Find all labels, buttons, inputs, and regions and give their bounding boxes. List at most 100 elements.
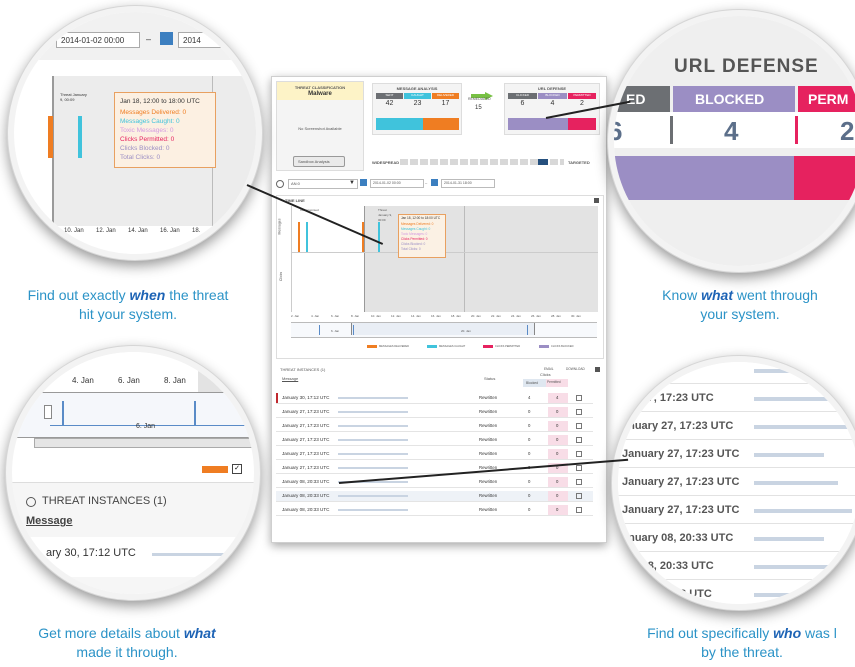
table-row[interactable]: January 30, 17:12 UTC Rewritten 4 4	[276, 393, 593, 404]
checkbox-icon[interactable]: ✓	[232, 464, 242, 474]
zoom-url-col-right-label: PERM	[808, 91, 849, 107]
caption-who: Find out specifically who was l by the t…	[592, 624, 855, 662]
ud-value-permitted: 2	[580, 100, 584, 107]
nav-window[interactable]	[351, 323, 535, 335]
sandbox-analysis-button[interactable]: Sandbox Analysis	[293, 156, 345, 167]
row-checkbox[interactable]	[576, 479, 582, 485]
timeline-navigator[interactable]: 6. Jan 20. Jan	[291, 322, 597, 338]
legend-label: CLICKS PERMITTED	[495, 345, 521, 348]
zoom-start-input[interactable]: 2014-01-02 00:00	[56, 32, 140, 48]
row-date: January 08, 20:33 UTC	[282, 507, 330, 512]
who-row-date: anuary 27, 17:23 UTC	[622, 420, 734, 432]
caption-what-through-em: what	[701, 287, 733, 303]
ma-value-delivered: 17	[441, 100, 450, 107]
who-row-email	[754, 565, 838, 569]
row-permitted: 4	[556, 395, 559, 400]
who-row-date: ary 08, 20:33 UTC	[622, 560, 714, 572]
row-recipient	[338, 411, 408, 413]
zoom-url-divider	[670, 116, 673, 144]
table-row[interactable]: UTC	[618, 362, 855, 384]
threat-filter-select[interactable]: AN:0 ▼	[288, 179, 358, 189]
table-row[interactable]: anuary 27, 17:23 UTC	[618, 412, 855, 440]
caption-when: Find out exactly when the threat hit you…	[0, 286, 264, 324]
row-checkbox[interactable]	[576, 493, 582, 499]
table-row[interactable]: anuary 08, 20:33 UTC	[618, 524, 855, 552]
table-row[interactable]: January 27, 17:23 UTC	[618, 468, 855, 496]
row-recipient	[338, 397, 408, 399]
zoom-x-tick: 10. Jan	[64, 228, 84, 234]
zoom-start-value: 2014-01-02 00:00	[61, 36, 125, 45]
row-checkbox[interactable]	[576, 395, 582, 401]
table-row[interactable]: January 27, 17:23 UTC	[618, 440, 855, 468]
calendar-icon[interactable]	[360, 179, 367, 186]
row-recipient	[338, 439, 408, 441]
zoom-inst-navigator[interactable]: 6. Jan	[12, 392, 254, 438]
x-tick: 14. Jan	[411, 314, 421, 318]
who-row-date: January 27, 17:23 UTC	[622, 476, 740, 488]
start-date-input[interactable]: 2014-01-02 00:00	[370, 179, 424, 188]
end-date-input[interactable]: 2014-01-31 18:00	[441, 179, 495, 188]
table-row[interactable]: ary 08, 20:33 UTC	[618, 552, 855, 580]
nav-handle[interactable]	[44, 405, 52, 419]
table-row[interactable]: January 08, 20:33 UTC Rewritten 0 0	[276, 477, 593, 488]
zoom-x-tick: 14. Jan	[128, 228, 148, 234]
zoom-end-input[interactable]: 2014	[178, 32, 256, 48]
table-row[interactable]: January 08, 20:33 UTC Rewritten 0 0	[276, 505, 593, 516]
classification-label: THREAT CLASSIFICATION	[294, 85, 346, 90]
row-checkbox[interactable]	[576, 465, 582, 471]
nav-spike	[194, 401, 196, 425]
x-tick: 22. Jan	[491, 314, 501, 318]
caption-what-details-pre: Get more details about	[38, 625, 184, 641]
collapse-icon[interactable]	[594, 198, 599, 203]
row-blocked: 0	[528, 479, 531, 484]
x-tick: 18. Jan	[451, 314, 461, 318]
classification-value: Malware	[308, 91, 332, 97]
table-row[interactable]: January 27, 17:23 UTC	[618, 496, 855, 524]
start-date-value: 2014-01-02 00:00	[373, 181, 401, 185]
row-status: Rewritten	[479, 507, 498, 512]
zoom-tooltip-caught: Messages Caught: 0	[120, 118, 180, 125]
zoom-x-tick: 18.	[192, 228, 201, 234]
row-blocked: 0	[528, 493, 531, 498]
no-screenshot-text: No Screenshot Available	[298, 126, 342, 131]
row-checkbox[interactable]	[576, 451, 582, 457]
download-link[interactable]: DOWNLOAD	[566, 367, 585, 372]
caption-what-details-em: what	[183, 625, 216, 641]
row-blocked: 0	[528, 507, 531, 512]
row-blocked: 0	[528, 437, 531, 442]
row-recipient	[338, 453, 408, 455]
table-row[interactable]: January 27, 17:23 UTC Rewritten 0 0	[276, 435, 593, 446]
zoom-end-value: 2014	[183, 36, 201, 45]
row-checkbox[interactable]	[576, 437, 582, 443]
row-permitted: 0	[556, 451, 559, 456]
row-checkbox[interactable]	[576, 507, 582, 513]
caption-what-through-pre: Know	[662, 287, 702, 303]
who-row-date: January 27, 17:23 UTC	[622, 448, 740, 460]
zoom-scrollbar[interactable]	[34, 438, 254, 448]
calendar-icon[interactable]	[160, 32, 173, 45]
bar-caught	[378, 222, 380, 252]
row-checkbox[interactable]	[576, 423, 582, 429]
row-status: Rewritten	[479, 395, 498, 400]
col-clicks: Clicks	[540, 372, 551, 377]
table-row[interactable]: January 27, 17:23 UTC Rewritten 0 0	[276, 407, 593, 418]
zoom-threat-label: Threat January 9, 00:09	[60, 92, 87, 102]
calendar-icon[interactable]	[431, 179, 438, 186]
row-permitted-cell: 4	[548, 393, 568, 403]
row-date: January 27, 17:23 UTC	[282, 437, 330, 442]
table-row[interactable]: ary 27, 17:23 UTC	[618, 384, 855, 412]
who-rows: UTC ary 27, 17:23 UTC anuary 27, 17:23 UTC…	[618, 362, 855, 604]
row-checkbox[interactable]	[576, 409, 582, 415]
who-row-date: January 27, 17:23 UTC	[622, 504, 740, 516]
row-permitted-cell: 0	[548, 505, 568, 515]
row-permitted: 0	[556, 437, 559, 442]
threat-classification-panel: THREAT CLASSIFICATION Malware No Screens…	[276, 81, 364, 171]
classification-header: THREAT CLASSIFICATION Malware	[277, 82, 363, 100]
table-row[interactable]: January 27, 17:23 UTC Rewritten 0 0	[276, 449, 593, 460]
table-row[interactable]: January 08, 20:33 UTC Rewritten 0 0	[276, 491, 593, 502]
collapse-icon[interactable]	[595, 367, 600, 372]
who-row-date: UTC	[658, 364, 681, 376]
row-permitted-cell: 0	[548, 491, 568, 501]
table-row[interactable]: 20:33 UTC	[618, 580, 855, 604]
table-row[interactable]: January 27, 17:23 UTC Rewritten 0 0	[276, 421, 593, 432]
